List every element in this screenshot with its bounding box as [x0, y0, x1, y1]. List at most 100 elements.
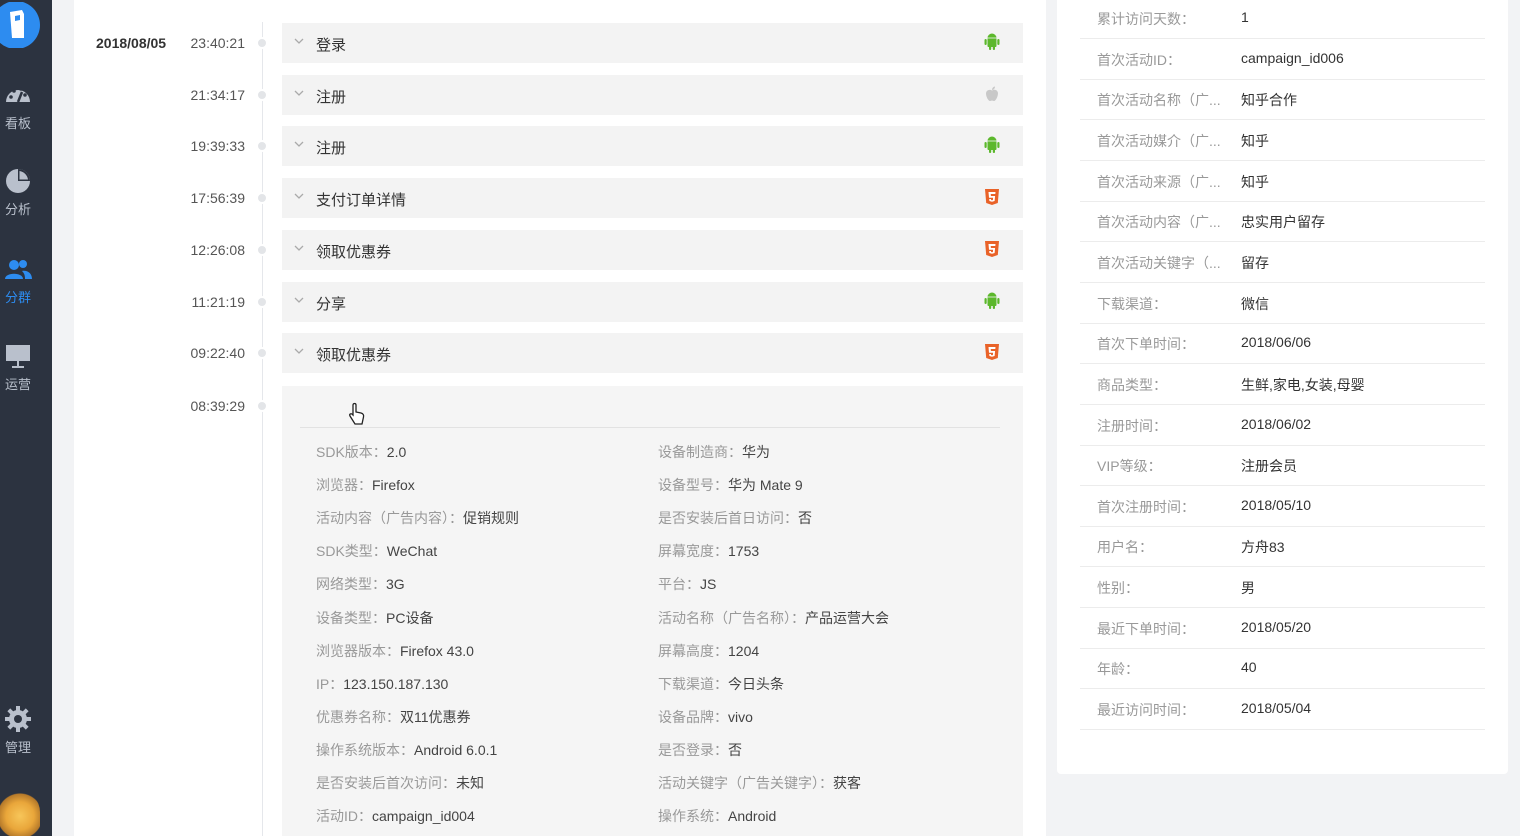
property-value: vivo [728, 708, 753, 725]
property-key: 浏览器版本： [316, 642, 400, 659]
property-value: 123.150.187.130 [343, 675, 449, 692]
apple-icon [983, 85, 1001, 103]
property-value: 1204 [728, 642, 760, 659]
event-property: SDK版本：2.0 [316, 442, 406, 462]
profile-key: 商品类型： [1097, 376, 1167, 393]
profile-row: 最近下单时间： 2018/05/20 [1080, 608, 1485, 649]
nav-item-segments[interactable]: 分群 [0, 254, 36, 314]
property-value: 产品运营大会 [805, 609, 889, 626]
nav-item-dashboard[interactable]: 看板 [0, 80, 36, 140]
property-value: 否 [798, 510, 812, 527]
profile-value: 40 [1241, 659, 1257, 676]
profile-value: 注册会员 [1241, 458, 1297, 475]
profile-row: 首次活动名称（广... 知乎合作 [1080, 79, 1485, 121]
html5-icon [983, 240, 1001, 258]
property-value: Android 6.0.1 [414, 741, 498, 758]
event-row[interactable]: 领取优惠券 [282, 333, 1023, 373]
android-icon [983, 33, 1001, 51]
nav-item-operations[interactable]: 运营 [0, 341, 36, 401]
chevron-down-icon[interactable] [294, 243, 304, 253]
property-key: 设备品牌： [658, 708, 728, 725]
property-key: 是否安装后首日访问： [658, 510, 798, 527]
user-profile-card: 累计访问天数： 1 首次活动ID： campaign_id006 首次活动名称（… [1057, 0, 1508, 774]
property-value: Firefox [372, 477, 415, 494]
timeline-dot [256, 296, 268, 308]
profile-row: 首次活动关键字（... 留存 [1080, 242, 1485, 283]
profile-row: 年龄： 40 [1080, 648, 1485, 690]
nav-item-analysis[interactable]: 分析 [0, 166, 36, 226]
profile-value: 方舟83 [1241, 539, 1285, 556]
profile-value: 男 [1241, 580, 1255, 597]
event-row[interactable]: 注册 [282, 75, 1023, 115]
profile-value: 2018/06/06 [1241, 334, 1312, 351]
property-key: 活动关键字（广告关键字）： [658, 775, 833, 791]
event-row[interactable]: 登录 [282, 23, 1023, 63]
event-property: 设备品牌：vivo [658, 707, 753, 727]
chevron-down-icon[interactable] [294, 88, 304, 98]
nav-label: 看板 [4, 116, 31, 131]
nav-item-settings[interactable]: 管理 [0, 704, 36, 764]
property-value: 否 [728, 741, 742, 758]
nav-label: 分析 [4, 202, 31, 217]
profile-value: 2018/05/20 [1241, 618, 1312, 635]
event-name: 支付订单详情 [316, 192, 407, 209]
avatar[interactable] [0, 790, 40, 836]
profile-row: VIP等级： 注册会员 [1080, 445, 1485, 487]
event-property: 操作系统：Android [658, 806, 776, 826]
event-name: 登录 [316, 37, 347, 54]
timeline-dot [256, 89, 268, 101]
property-value: campaign_id004 [372, 808, 475, 825]
chevron-down-icon[interactable] [294, 191, 304, 201]
event-property: 是否安装后首次访问：未知 [316, 773, 484, 793]
profile-row: 首次活动媒介（广... 知乎 [1080, 120, 1485, 161]
property-value: WeChat [386, 543, 438, 560]
property-value: 未知 [456, 775, 484, 791]
android-icon [983, 136, 1001, 154]
chevron-down-icon[interactable] [294, 139, 304, 149]
event-time: 09:22:40 [190, 345, 246, 361]
presentation-icon [6, 345, 30, 368]
event-row[interactable]: 领取优惠券 [282, 230, 1023, 270]
property-key: 活动内容（广告内容）： [316, 510, 463, 527]
event-name: 分享 [316, 296, 347, 313]
profile-value: 知乎 [1241, 173, 1269, 190]
event-property: 操作系统版本：Android 6.0.1 [316, 740, 497, 760]
property-value: 1753 [728, 543, 760, 560]
property-key: IP： [316, 675, 344, 692]
event-property: 下载渠道：今日头条 [658, 674, 784, 694]
event-row[interactable]: 支付订单详情 [282, 178, 1023, 218]
profile-key: 首次活动内容（广... [1097, 214, 1221, 231]
sidebar: 看板 分析 分群 运营 管理 [0, 0, 52, 836]
event-property: 是否安装后首日访问：否 [658, 508, 812, 528]
property-value: 今日头条 [728, 675, 784, 692]
event-name: 注册 [316, 140, 347, 157]
dashboard-icon [6, 87, 30, 103]
html5-icon [983, 188, 1001, 206]
event-row[interactable]: 注册 [282, 126, 1023, 166]
event-property: 优惠券名称：双11优惠券 [316, 707, 471, 727]
event-property: 活动名称（广告名称）：产品运营大会 [658, 608, 889, 628]
property-value: PC设备 [386, 609, 434, 626]
timeline-dot [256, 400, 268, 412]
profile-value: 2018/06/02 [1241, 415, 1312, 432]
event-property: SDK类型：WeChat [316, 541, 437, 561]
profile-value: 微信 [1241, 295, 1269, 312]
profile-row: 注册时间： 2018/06/02 [1080, 405, 1485, 446]
event-row[interactable]: 分享 [282, 282, 1023, 322]
profile-key: 注册时间： [1097, 417, 1167, 434]
pie-chart-icon [6, 169, 30, 193]
profile-key: 最近访问时间： [1097, 702, 1195, 719]
logo[interactable] [0, 1, 42, 49]
chevron-down-icon[interactable] [294, 36, 304, 46]
profile-key: 下载渠道： [1097, 295, 1167, 312]
profile-value: 2018/05/10 [1241, 496, 1312, 513]
profile-row: 首次活动来源（广... 知乎 [1080, 161, 1485, 202]
profile-key: 首次活动关键字（... [1097, 254, 1221, 271]
event-time: 17:56:39 [190, 190, 246, 206]
chevron-down-icon[interactable] [294, 346, 304, 356]
profile-key: 首次活动来源（广... [1097, 173, 1221, 190]
event-property: 浏览器版本：Firefox 43.0 [316, 641, 474, 661]
profile-row: 首次活动内容（广... 忠实用户留存 [1080, 201, 1485, 243]
profile-row: 累计访问天数： 1 [1080, 0, 1485, 39]
chevron-down-icon[interactable] [294, 295, 304, 305]
